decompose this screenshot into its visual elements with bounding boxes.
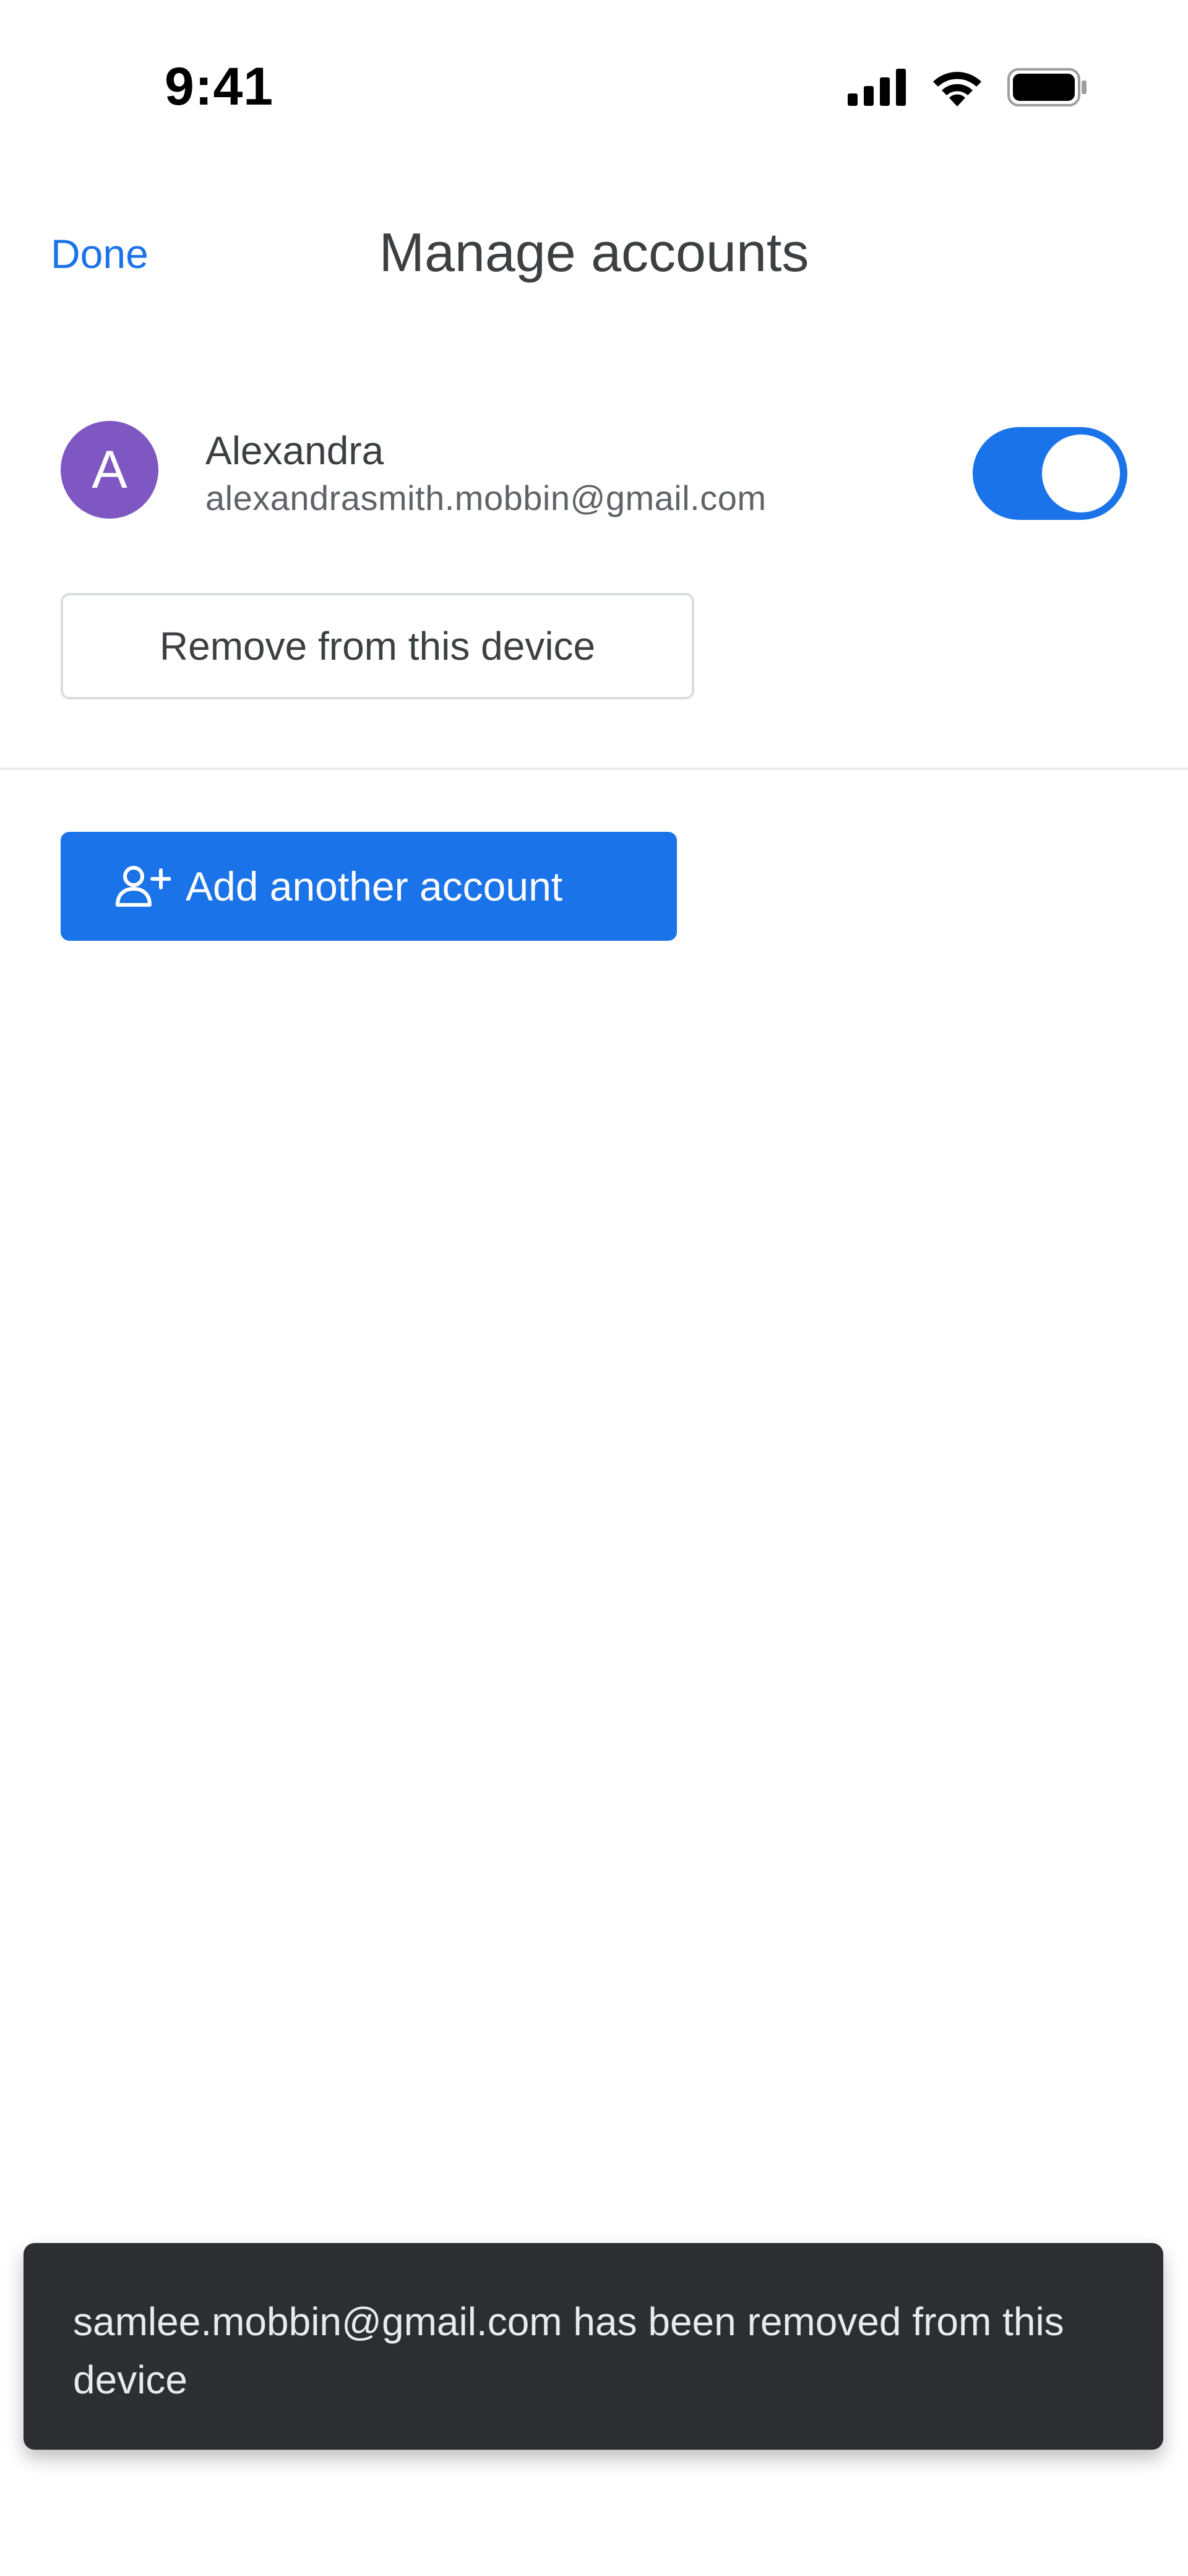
account-name: Alexandra [205,428,384,473]
snackbar: samlee.mobbin@gmail.com has been removed… [24,2243,1163,2450]
cellular-signal-icon [848,69,906,106]
add-another-account-button[interactable]: Add another account [61,832,677,941]
account-sync-toggle[interactable] [973,427,1127,520]
remove-from-device-button[interactable]: Remove from this device [61,593,694,699]
status-icons [848,67,1088,108]
status-time: 9:41 [165,57,274,116]
wifi-icon [933,72,981,106]
status-bar: 9:41 [0,0,1188,173]
avatar: A [61,421,158,519]
toggle-knob [1042,434,1120,512]
divider [0,767,1188,770]
account-row: A Alexandra alexandrasmith.mobbin@gmail.… [0,415,1188,526]
header: Done Manage accounts [0,204,1188,297]
account-email: alexandrasmith.mobbin@gmail.com [205,478,767,517]
add-another-account-label: Add another account [186,863,563,909]
page-title: Manage accounts [379,222,809,283]
snackbar-message: samlee.mobbin@gmail.com has been removed… [73,2299,1064,2402]
battery-icon [1007,68,1087,106]
person-add-icon [114,864,171,909]
